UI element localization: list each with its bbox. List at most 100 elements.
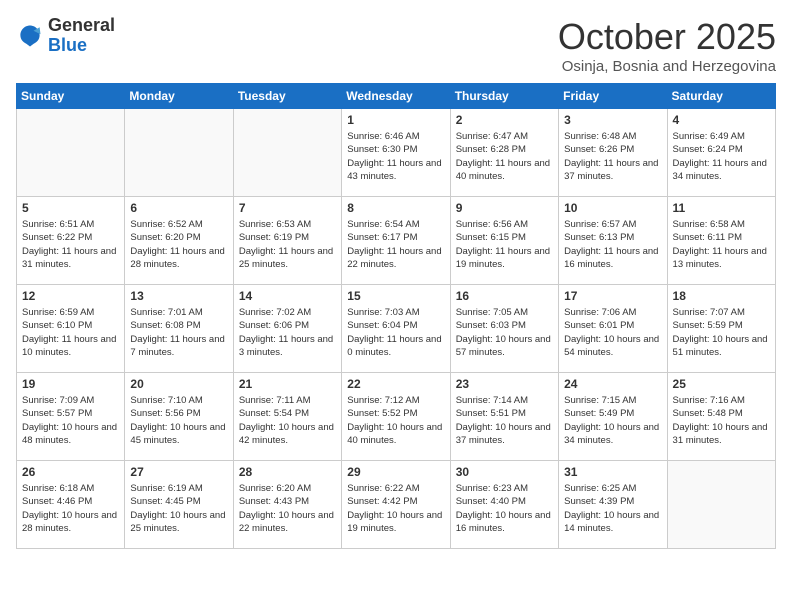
calendar-cell xyxy=(233,109,341,197)
calendar-cell xyxy=(125,109,233,197)
calendar-cell: 1Sunrise: 6:46 AM Sunset: 6:30 PM Daylig… xyxy=(342,109,450,197)
day-number: 28 xyxy=(239,465,336,479)
day-info: Sunrise: 7:11 AM Sunset: 5:54 PM Dayligh… xyxy=(239,394,336,447)
day-number: 29 xyxy=(347,465,444,479)
day-info: Sunrise: 6:52 AM Sunset: 6:20 PM Dayligh… xyxy=(130,218,227,271)
day-number: 20 xyxy=(130,377,227,391)
day-info: Sunrise: 6:20 AM Sunset: 4:43 PM Dayligh… xyxy=(239,482,336,535)
weekday-header: Wednesday xyxy=(342,84,450,109)
calendar-cell: 29 Sunrise: 6:22 AM Sunset: 4:42 PM Dayli… xyxy=(342,461,450,549)
weekday-header: Friday xyxy=(559,84,667,109)
day-number: 9 xyxy=(456,201,553,215)
calendar-cell: 30 Sunrise: 6:23 AM Sunset: 4:40 PM Dayli… xyxy=(450,461,558,549)
weekday-header-row: SundayMondayTuesdayWednesdayThursdayFrid… xyxy=(17,84,776,109)
calendar-cell: 8 Sunrise: 6:54 AM Sunset: 6:17 PM Daylig… xyxy=(342,197,450,285)
day-info: Sunrise: 6:18 AM Sunset: 4:46 PM Dayligh… xyxy=(22,482,119,535)
day-number: 11 xyxy=(673,201,770,215)
calendar-cell: 24Sunrise: 7:15 AM Sunset: 5:49 PM Dayli… xyxy=(559,373,667,461)
day-info: Sunrise: 7:14 AM Sunset: 5:51 PM Dayligh… xyxy=(456,394,553,447)
logo-blue-text: Blue xyxy=(48,35,87,55)
weekday-header: Tuesday xyxy=(233,84,341,109)
day-number: 22 xyxy=(347,377,444,391)
day-info: Sunrise: 7:02 AM Sunset: 6:06 PM Dayligh… xyxy=(239,306,336,359)
calendar-cell: 10 Sunrise: 6:57 AM Sunset: 6:13 PM Dayli… xyxy=(559,197,667,285)
location-text: Osinja, Bosnia and Herzegovina xyxy=(558,58,776,75)
page-header: General Blue October 2025 Osinja, Bosnia… xyxy=(16,16,776,75)
day-number: 30 xyxy=(456,465,553,479)
weekday-header: Thursday xyxy=(450,84,558,109)
calendar-cell xyxy=(17,109,125,197)
day-info: Sunrise: 6:19 AM Sunset: 4:45 PM Dayligh… xyxy=(130,482,227,535)
day-number: 3 xyxy=(564,113,661,127)
calendar-table: SundayMondayTuesdayWednesdayThursdayFrid… xyxy=(16,83,776,549)
logo-general-text: General xyxy=(48,15,115,35)
calendar-cell: 11 Sunrise: 6:58 AM Sunset: 6:11 PM Dayli… xyxy=(667,197,775,285)
calendar-cell xyxy=(667,461,775,549)
day-number: 5 xyxy=(22,201,119,215)
calendar-cell: 4 Sunrise: 6:49 AM Sunset: 6:24 PM Daylig… xyxy=(667,109,775,197)
day-number: 31 xyxy=(564,465,661,479)
day-info: Sunrise: 6:49 AM Sunset: 6:24 PM Dayligh… xyxy=(673,130,770,183)
day-info: Sunrise: 6:58 AM Sunset: 6:11 PM Dayligh… xyxy=(673,218,770,271)
day-info: Sunrise: 6:23 AM Sunset: 4:40 PM Dayligh… xyxy=(456,482,553,535)
week-row: 1Sunrise: 6:46 AM Sunset: 6:30 PM Daylig… xyxy=(17,109,776,197)
day-info: Sunrise: 6:48 AM Sunset: 6:26 PM Dayligh… xyxy=(564,130,661,183)
day-number: 2 xyxy=(456,113,553,127)
day-number: 12 xyxy=(22,289,119,303)
calendar-cell: 12 Sunrise: 6:59 AM Sunset: 6:10 PM Dayli… xyxy=(17,285,125,373)
day-number: 14 xyxy=(239,289,336,303)
day-info: Sunrise: 6:22 AM Sunset: 4:42 PM Dayligh… xyxy=(347,482,444,535)
calendar-cell: 15Sunrise: 7:03 AM Sunset: 6:04 PM Dayli… xyxy=(342,285,450,373)
week-row: 19 Sunrise: 7:09 AM Sunset: 5:57 PM Dayli… xyxy=(17,373,776,461)
calendar-cell: 14 Sunrise: 7:02 AM Sunset: 6:06 PM Dayli… xyxy=(233,285,341,373)
day-info: Sunrise: 7:01 AM Sunset: 6:08 PM Dayligh… xyxy=(130,306,227,359)
calendar-cell: 7Sunrise: 6:53 AM Sunset: 6:19 PM Daylig… xyxy=(233,197,341,285)
calendar-cell: 27 Sunrise: 6:19 AM Sunset: 4:45 PM Dayli… xyxy=(125,461,233,549)
month-title: October 2025 xyxy=(558,16,776,58)
day-info: Sunrise: 7:16 AM Sunset: 5:48 PM Dayligh… xyxy=(673,394,770,447)
day-number: 4 xyxy=(673,113,770,127)
day-info: Sunrise: 6:57 AM Sunset: 6:13 PM Dayligh… xyxy=(564,218,661,271)
calendar-cell: 6Sunrise: 6:52 AM Sunset: 6:20 PM Daylig… xyxy=(125,197,233,285)
day-number: 24 xyxy=(564,377,661,391)
title-block: October 2025 Osinja, Bosnia and Herzegov… xyxy=(558,16,776,75)
day-info: Sunrise: 7:09 AM Sunset: 5:57 PM Dayligh… xyxy=(22,394,119,447)
calendar-cell: 28 Sunrise: 6:20 AM Sunset: 4:43 PM Dayli… xyxy=(233,461,341,549)
day-info: Sunrise: 7:07 AM Sunset: 5:59 PM Dayligh… xyxy=(673,306,770,359)
day-number: 13 xyxy=(130,289,227,303)
weekday-header: Monday xyxy=(125,84,233,109)
calendar-cell: 16Sunrise: 7:05 AM Sunset: 6:03 PM Dayli… xyxy=(450,285,558,373)
day-info: Sunrise: 6:47 AM Sunset: 6:28 PM Dayligh… xyxy=(456,130,553,183)
day-number: 25 xyxy=(673,377,770,391)
day-number: 16 xyxy=(456,289,553,303)
day-number: 15 xyxy=(347,289,444,303)
calendar-cell: 2 Sunrise: 6:47 AM Sunset: 6:28 PM Daylig… xyxy=(450,109,558,197)
logo-icon xyxy=(16,22,44,50)
day-number: 7 xyxy=(239,201,336,215)
week-row: 12 Sunrise: 6:59 AM Sunset: 6:10 PM Dayli… xyxy=(17,285,776,373)
day-info: Sunrise: 6:56 AM Sunset: 6:15 PM Dayligh… xyxy=(456,218,553,271)
day-number: 27 xyxy=(130,465,227,479)
day-info: Sunrise: 6:59 AM Sunset: 6:10 PM Dayligh… xyxy=(22,306,119,359)
week-row: 26Sunrise: 6:18 AM Sunset: 4:46 PM Dayli… xyxy=(17,461,776,549)
calendar-cell: 18 Sunrise: 7:07 AM Sunset: 5:59 PM Dayli… xyxy=(667,285,775,373)
day-number: 18 xyxy=(673,289,770,303)
week-row: 5 Sunrise: 6:51 AM Sunset: 6:22 PM Daylig… xyxy=(17,197,776,285)
day-number: 10 xyxy=(564,201,661,215)
logo: General Blue xyxy=(16,16,115,56)
day-info: Sunrise: 7:12 AM Sunset: 5:52 PM Dayligh… xyxy=(347,394,444,447)
day-number: 19 xyxy=(22,377,119,391)
calendar-cell: 20 Sunrise: 7:10 AM Sunset: 5:56 PM Dayli… xyxy=(125,373,233,461)
calendar-cell: 17Sunrise: 7:06 AM Sunset: 6:01 PM Dayli… xyxy=(559,285,667,373)
calendar-cell: 25 Sunrise: 7:16 AM Sunset: 5:48 PM Dayli… xyxy=(667,373,775,461)
calendar-cell: 3 Sunrise: 6:48 AM Sunset: 6:26 PM Daylig… xyxy=(559,109,667,197)
day-info: Sunrise: 6:51 AM Sunset: 6:22 PM Dayligh… xyxy=(22,218,119,271)
day-info: Sunrise: 6:54 AM Sunset: 6:17 PM Dayligh… xyxy=(347,218,444,271)
day-info: Sunrise: 7:06 AM Sunset: 6:01 PM Dayligh… xyxy=(564,306,661,359)
day-info: Sunrise: 7:10 AM Sunset: 5:56 PM Dayligh… xyxy=(130,394,227,447)
calendar-cell: 23Sunrise: 7:14 AM Sunset: 5:51 PM Dayli… xyxy=(450,373,558,461)
calendar-cell: 26Sunrise: 6:18 AM Sunset: 4:46 PM Dayli… xyxy=(17,461,125,549)
day-number: 21 xyxy=(239,377,336,391)
day-number: 1 xyxy=(347,113,444,127)
day-number: 8 xyxy=(347,201,444,215)
